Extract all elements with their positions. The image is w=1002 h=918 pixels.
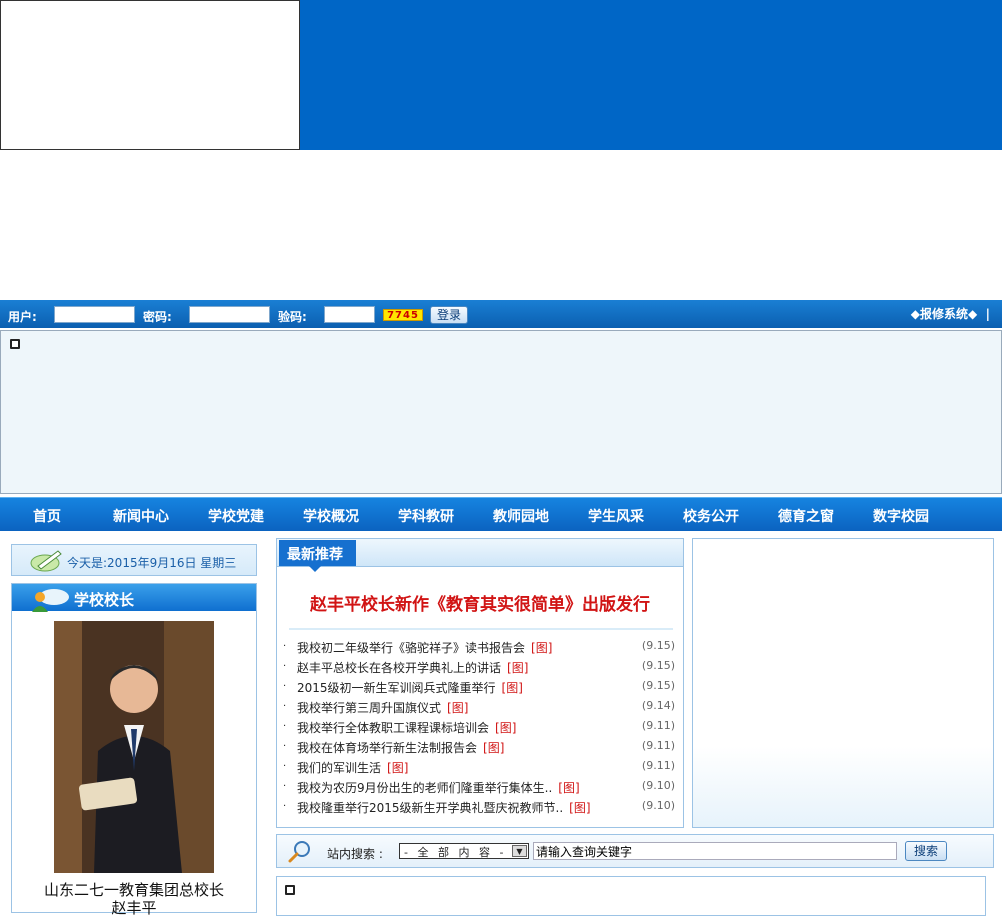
- principal-box: 学校校长 山东二七一教育集团总校长 赵丰平: [11, 583, 257, 917]
- repair-system-link[interactable]: ◆报修系统◆ |: [911, 305, 990, 322]
- password-label: 密码:: [143, 310, 172, 324]
- nav-item-research[interactable]: 学科教研: [398, 506, 454, 526]
- news-item[interactable]: · 我校在体育场举行新生法制报告会 [图] (9.11): [283, 738, 675, 758]
- image-tag: [图]: [569, 801, 591, 815]
- site-search-bar: 站内搜索 : - 全 部 内 容 - ▼ 搜索: [276, 834, 994, 868]
- news-date: (9.10): [641, 779, 675, 792]
- principal-title: 学校校长: [74, 591, 135, 609]
- nav-item-home[interactable]: 首页: [33, 506, 61, 526]
- latest-news-header: 最新推荐: [277, 539, 683, 572]
- nav-item-affairs[interactable]: 校务公开: [683, 506, 739, 526]
- chevron-down-icon[interactable]: ▼: [512, 845, 527, 857]
- divider: [289, 628, 673, 630]
- nav-item-students[interactable]: 学生风采: [588, 506, 644, 526]
- nav-item-overview[interactable]: 学校概况: [303, 506, 359, 526]
- news-date: (9.14): [641, 699, 675, 712]
- login-bar: 用户: 密码: 验码: 7745 ◆报修系统◆ |: [0, 300, 1002, 328]
- bullet-icon: ·: [283, 701, 287, 712]
- bullet-icon: ·: [283, 641, 287, 652]
- window-icon: [285, 885, 295, 895]
- news-title[interactable]: 我校在体育场举行新生法制报告会: [297, 741, 477, 755]
- news-title[interactable]: 2015级初一新生军训阅兵式隆重举行: [297, 681, 496, 695]
- banner-logo-area: [0, 0, 300, 150]
- nav-item-teachers[interactable]: 教师园地: [493, 506, 549, 526]
- image-tag: [图]: [483, 741, 505, 755]
- news-item[interactable]: · 2015级初一新生军训阅兵式隆重举行 [图] (9.15): [283, 678, 675, 698]
- image-tag: [图]: [447, 701, 469, 715]
- news-date: (9.15): [641, 639, 675, 652]
- image-tag: [图]: [495, 721, 517, 735]
- image-tag: [图]: [501, 681, 523, 695]
- date-text: 今天是:2015年9月16日 星期三: [67, 556, 237, 570]
- bullet-icon: ·: [283, 721, 287, 732]
- search-label: 站内搜索 :: [327, 847, 383, 861]
- search-button[interactable]: 搜索: [905, 841, 947, 861]
- search-scope-select[interactable]: - 全 部 内 容 - ▼: [399, 843, 529, 859]
- bullet-icon: ·: [283, 741, 287, 752]
- right-feature-panel: [692, 538, 994, 828]
- news-title[interactable]: 我校为农历9月份出生的老师们隆重举行集体生..: [297, 781, 552, 795]
- latest-news-tab[interactable]: 最新推荐: [279, 540, 356, 572]
- bullet-icon: ·: [283, 681, 287, 692]
- news-item[interactable]: · 我校初二年级举行《骆驼祥子》读书报告会 [图] (9.15): [283, 638, 675, 658]
- news-item[interactable]: · 赵丰平总校长在各校开学典礼上的讲话 [图] (9.15): [283, 658, 675, 678]
- news-date: (9.11): [641, 739, 675, 752]
- pen-icon: [30, 550, 62, 572]
- principal-portrait: [54, 621, 214, 873]
- bullet-icon: ·: [283, 781, 287, 792]
- news-title[interactable]: 我校举行第三周升国旗仪式: [297, 701, 441, 715]
- principal-header: 学校校长: [12, 584, 256, 612]
- user-label: 用户:: [8, 310, 37, 324]
- principal-photo[interactable]: [54, 621, 214, 873]
- search-input[interactable]: [533, 842, 897, 860]
- image-tag: [图]: [531, 641, 553, 655]
- news-title[interactable]: 我校举行全体教职工课程课标培训会: [297, 721, 489, 735]
- nav-item-digital[interactable]: 数字校园: [873, 506, 929, 526]
- date-box: 今天是:2015年9月16日 星期三: [11, 544, 257, 576]
- repair-system-label: ◆报修系统◆: [910, 307, 978, 321]
- person-icon: [32, 589, 69, 612]
- news-item[interactable]: · 我校为农历9月份出生的老师们隆重举行集体生.. [图] (9.10): [283, 778, 675, 798]
- news-date: (9.11): [641, 759, 675, 772]
- password-input[interactable]: [189, 306, 270, 323]
- bullet-icon: ·: [283, 801, 287, 812]
- image-tag: [图]: [507, 661, 529, 675]
- captcha-image[interactable]: 7745: [383, 309, 423, 321]
- search-scope-value: - 全 部 内 容 -: [404, 846, 507, 859]
- bullet-icon: ·: [283, 761, 287, 772]
- bullet-icon: ·: [283, 661, 287, 672]
- login-button[interactable]: 登录: [430, 306, 468, 324]
- code-label: 验码:: [278, 310, 307, 324]
- news-title[interactable]: 我们的军训生活: [297, 761, 381, 775]
- news-title[interactable]: 我校初二年级举行《骆驼祥子》读书报告会: [297, 641, 525, 655]
- nav-item-news[interactable]: 新闻中心: [113, 506, 169, 526]
- news-date: (9.11): [641, 719, 675, 732]
- nav-item-party[interactable]: 学校党建: [208, 506, 264, 526]
- news-date: (9.15): [641, 659, 675, 672]
- latest-news-panel: 最新推荐 赵丰平校长新作《教育其实很简单》出版发行 · 我校初二年级举行《骆驼祥子…: [276, 538, 684, 828]
- news-item[interactable]: · 我校举行第三周升国旗仪式 [图] (9.14): [283, 698, 675, 718]
- news-date: (9.15): [641, 679, 675, 692]
- banner-image: [300, 0, 1002, 150]
- code-input[interactable]: [324, 306, 375, 323]
- notice-panel: [0, 330, 1002, 494]
- bottom-panel: [276, 876, 986, 916]
- headline-link[interactable]: 赵丰平校长新作《教育其实很简单》出版发行: [277, 590, 683, 615]
- news-item[interactable]: · 我校举行全体教职工课程课标培训会 [图] (9.11): [283, 718, 675, 738]
- news-title[interactable]: 我校隆重举行2015级新生开学典礼暨庆祝教师节..: [297, 801, 563, 815]
- news-item[interactable]: · 我校隆重举行2015级新生开学典礼暨庆祝教师节.. [图] (9.10): [283, 798, 675, 818]
- search-icon: [288, 841, 310, 863]
- news-item[interactable]: · 我们的军训生活 [图] (9.11): [283, 758, 675, 778]
- news-date: (9.10): [641, 799, 675, 812]
- image-tag: [图]: [558, 781, 580, 795]
- news-title[interactable]: 赵丰平总校长在各校开学典礼上的讲话: [297, 661, 501, 675]
- main-nav: 首页 新闻中心 学校党建 学校概况 学科教研 教师园地 学生风采 校务公开 德育…: [0, 497, 1002, 531]
- window-icon: [10, 339, 20, 349]
- principal-caption-name: 赵丰平: [111, 899, 157, 917]
- nav-item-moral[interactable]: 德育之窗: [778, 506, 834, 526]
- image-tag: [图]: [387, 761, 409, 775]
- user-input[interactable]: [54, 306, 135, 323]
